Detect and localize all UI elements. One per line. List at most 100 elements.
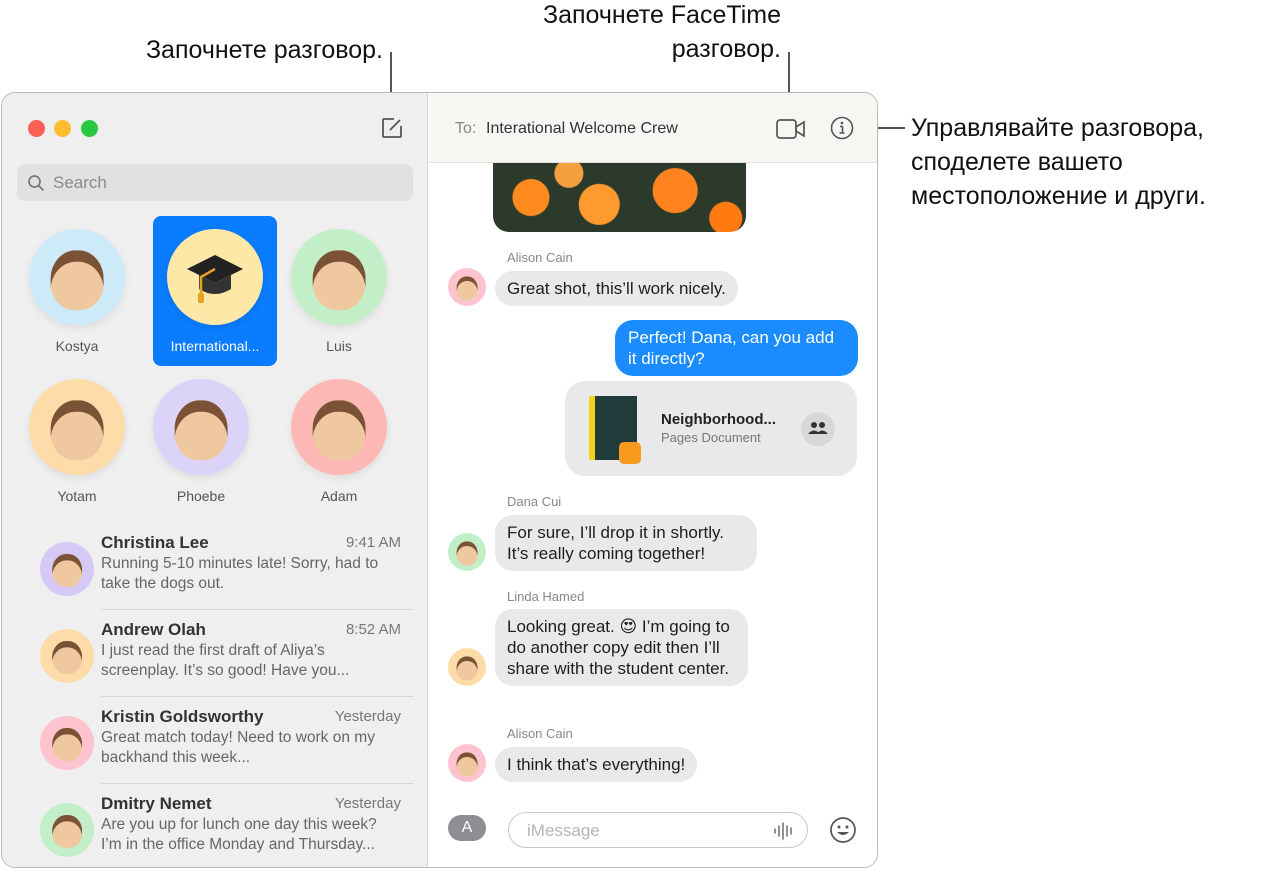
search-placeholder: Search bbox=[53, 173, 107, 192]
sender-name: Alison Cain bbox=[507, 726, 573, 741]
pinned-conversation[interactable]: International... bbox=[153, 216, 277, 366]
collaboration-button[interactable] bbox=[801, 412, 835, 446]
divider bbox=[101, 783, 414, 784]
emoji-icon[interactable] bbox=[829, 816, 857, 844]
incoming-message-bubble[interactable]: Looking great. 😍 I’m going to do another… bbox=[495, 609, 748, 686]
conversation-list-item[interactable]: Christina Lee 9:41 AM Running 5-10 minut… bbox=[38, 531, 414, 618]
facetime-video-icon[interactable] bbox=[776, 118, 806, 140]
memoji-face bbox=[456, 656, 478, 680]
sender-avatar bbox=[448, 533, 486, 571]
contact-name: Christina Lee bbox=[101, 533, 209, 552]
pinned-label: Phoebe bbox=[176, 488, 226, 504]
avatar bbox=[29, 229, 125, 325]
document-thumbnail bbox=[589, 396, 641, 464]
minimize-button[interactable] bbox=[54, 120, 71, 137]
memoji-face bbox=[52, 814, 82, 849]
imessage-placeholder: iMessage bbox=[527, 821, 600, 840]
timestamp: 8:52 AM bbox=[345, 621, 401, 638]
avatar bbox=[167, 229, 263, 325]
memoji-face bbox=[174, 400, 228, 460]
contact-name: Kristin Goldsworthy bbox=[101, 707, 264, 726]
avatar bbox=[40, 716, 94, 770]
pinned-conversation[interactable]: Yotam bbox=[15, 366, 139, 516]
avatar bbox=[291, 229, 387, 325]
avatar bbox=[29, 379, 125, 475]
conversation-list-item[interactable]: Dmitry Nemet Yesterday Are you up for lu… bbox=[38, 792, 414, 867]
app-store-button[interactable]: A bbox=[448, 815, 486, 841]
callout-info-1: Управлявайте разговора, bbox=[911, 114, 1204, 142]
pinned-conversation[interactable]: Phoebe bbox=[139, 366, 263, 516]
to-label: To: bbox=[455, 120, 477, 137]
sender-avatar bbox=[448, 744, 486, 782]
shared-document-attachment[interactable]: Neighborhood... Pages Document bbox=[565, 381, 857, 476]
divider bbox=[101, 696, 414, 697]
callout-compose: Започнете разговор. bbox=[145, 36, 383, 64]
imessage-input[interactable]: iMessage bbox=[508, 812, 808, 848]
memoji-face bbox=[50, 400, 104, 460]
search-input[interactable]: Search bbox=[17, 164, 413, 201]
memoji-face bbox=[52, 553, 82, 588]
compose-icon[interactable] bbox=[380, 116, 404, 140]
conversation-list-item[interactable]: Kristin Goldsworthy Yesterday Great matc… bbox=[38, 705, 414, 792]
memoji-face bbox=[456, 276, 478, 300]
outgoing-message-bubble[interactable]: Perfect! Dana, can you add it directly? bbox=[615, 320, 858, 376]
callout-info-3: местоположение и други. bbox=[911, 182, 1206, 210]
avatar bbox=[40, 629, 94, 683]
contact-name: Andrew Olah bbox=[101, 620, 206, 639]
pinned-conversation[interactable]: Adam bbox=[277, 366, 401, 516]
memoji-face bbox=[312, 250, 366, 310]
pinned-label: Adam bbox=[320, 488, 358, 504]
timestamp: Yesterday bbox=[334, 795, 401, 812]
conversation-list-item[interactable]: Andrew Olah 8:52 AM I just read the firs… bbox=[38, 618, 414, 705]
people-icon bbox=[808, 422, 828, 434]
callout-info-2: споделете вашето bbox=[911, 148, 1123, 176]
sender-name: Alison Cain bbox=[507, 250, 573, 265]
audio-waveform-icon[interactable] bbox=[773, 821, 795, 841]
avatar bbox=[291, 379, 387, 475]
document-type: Pages Document bbox=[661, 430, 761, 445]
flower-photo[interactable] bbox=[493, 163, 746, 232]
recipient-name[interactable]: Interational Welcome Crew bbox=[486, 120, 678, 138]
memoji-face bbox=[52, 640, 82, 675]
sender-name: Linda Hamed bbox=[507, 589, 585, 604]
divider bbox=[101, 609, 414, 610]
timestamp: Yesterday bbox=[334, 708, 401, 725]
graduation-cap-icon bbox=[187, 255, 243, 303]
incoming-message-bubble[interactable]: Great shot, this’ll work nicely. bbox=[495, 271, 738, 306]
conversation-header: To: Interational Welcome Crew bbox=[429, 93, 877, 163]
pinned-label: Yotam bbox=[57, 488, 97, 504]
avatar bbox=[40, 803, 94, 857]
memoji-face bbox=[456, 752, 478, 776]
contact-name: Dmitry Nemet bbox=[101, 794, 212, 813]
memoji-face bbox=[50, 250, 104, 310]
pinned-label: Luis bbox=[326, 338, 352, 354]
message-preview: Running 5-10 minutes late! Sorry, had to… bbox=[101, 555, 379, 592]
info-icon[interactable] bbox=[830, 116, 854, 140]
zoom-button[interactable] bbox=[81, 120, 98, 137]
memoji-face bbox=[312, 400, 366, 460]
message-preview: Are you up for lunch one day this week? … bbox=[101, 816, 377, 853]
messages-window: Search Kostya International... Luis Yotam Ph… bbox=[1, 92, 878, 868]
incoming-message-bubble[interactable]: I think that’s everything! bbox=[495, 747, 698, 782]
incoming-message-bubble[interactable]: For sure, I’ll drop it in shortly. It’s … bbox=[495, 515, 757, 571]
sender-avatar bbox=[448, 268, 486, 306]
callout-facetime-2: разговор. bbox=[671, 35, 781, 63]
pinned-conversation[interactable]: Luis bbox=[277, 216, 401, 366]
pinned-label: International... bbox=[170, 338, 260, 354]
sidebar: Search Kostya International... Luis Yotam Ph… bbox=[2, 93, 428, 867]
close-button[interactable] bbox=[28, 120, 45, 137]
avatar bbox=[40, 542, 94, 596]
pinned-label: Kostya bbox=[55, 338, 99, 354]
search-icon bbox=[28, 175, 45, 192]
timestamp: 9:41 AM bbox=[345, 534, 401, 551]
memoji-face bbox=[456, 541, 478, 565]
avatar bbox=[153, 379, 249, 475]
document-title: Neighborhood... bbox=[661, 411, 776, 428]
memoji-face bbox=[52, 727, 82, 762]
message-preview: Great match today! Need to work on my ba… bbox=[101, 729, 375, 766]
sender-name: Dana Cui bbox=[507, 494, 562, 509]
pinned-conversation[interactable]: Kostya bbox=[15, 216, 139, 366]
callout-facetime-1: Започнете FaceTime bbox=[542, 1, 781, 29]
message-preview: I just read the first draft of Aliya’s s… bbox=[101, 642, 350, 679]
sender-avatar bbox=[448, 648, 486, 686]
